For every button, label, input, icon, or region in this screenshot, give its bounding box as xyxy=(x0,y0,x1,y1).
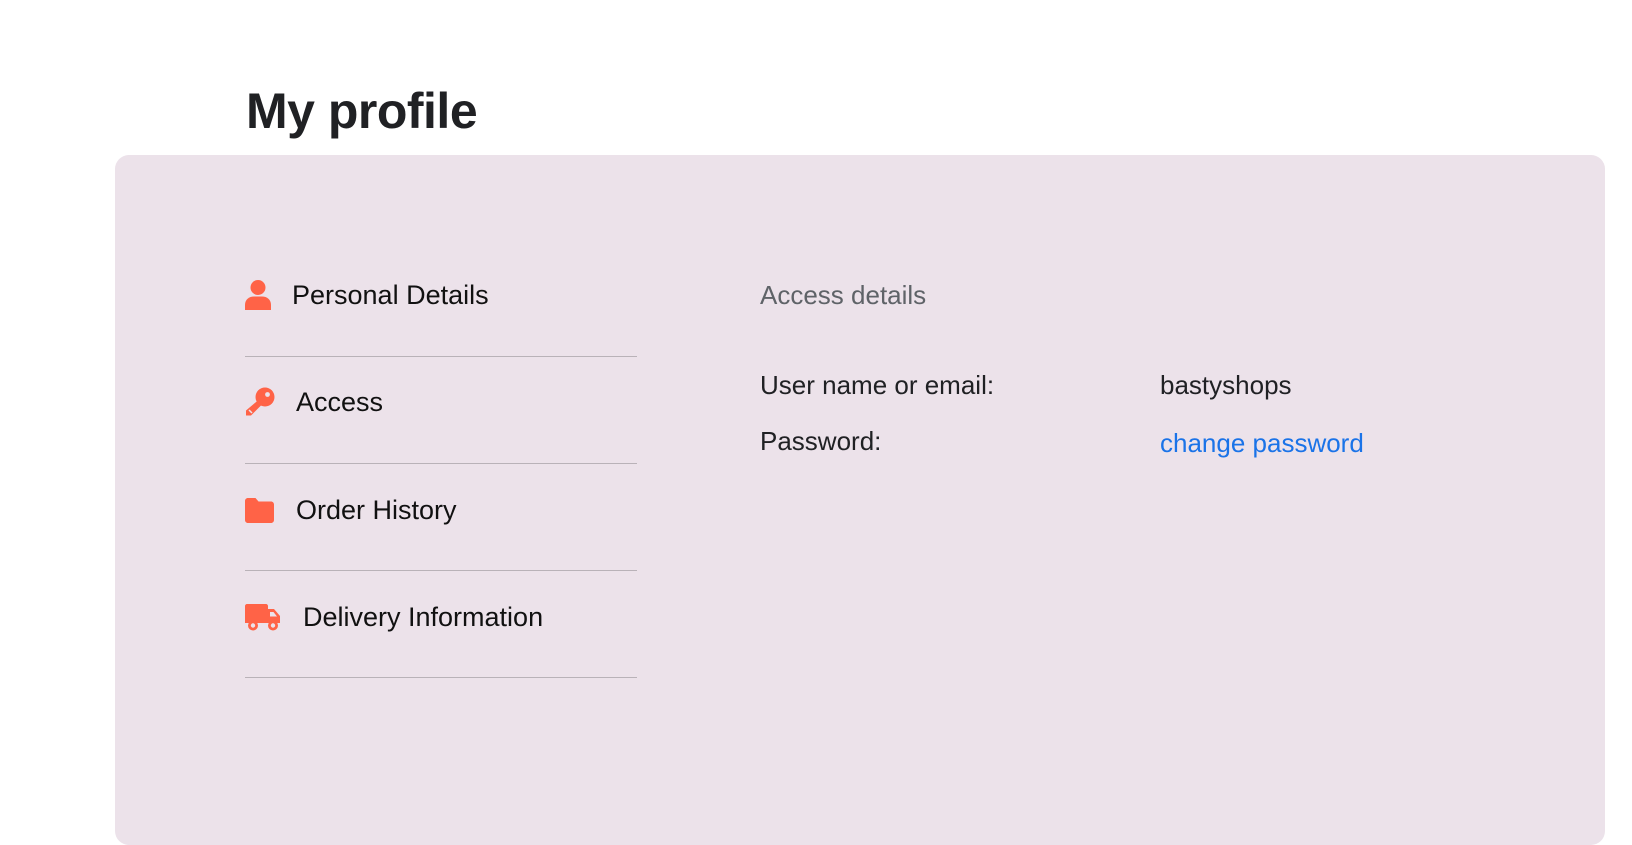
profile-panel: Personal Details Access Order History De… xyxy=(115,155,1605,845)
folder-icon xyxy=(245,498,274,523)
page-title: My profile xyxy=(246,83,478,139)
username-value: bastyshops xyxy=(1160,370,1292,400)
sidebar-item-order-history[interactable]: Order History xyxy=(245,464,637,571)
profile-sidebar: Personal Details Access Order History De… xyxy=(245,250,637,678)
sidebar-item-personal-details[interactable]: Personal Details xyxy=(245,250,637,357)
sidebar-item-label: Personal Details xyxy=(292,280,489,310)
sidebar-item-label: Delivery Information xyxy=(303,602,544,632)
sidebar-item-label: Access xyxy=(296,387,384,417)
sidebar-item-access[interactable]: Access xyxy=(245,357,637,464)
person-icon xyxy=(245,280,271,310)
key-icon xyxy=(245,387,275,417)
truck-icon xyxy=(245,604,281,632)
sidebar-item-label: Order History xyxy=(296,495,457,525)
sidebar-item-delivery-information[interactable]: Delivery Information xyxy=(245,571,637,678)
password-label: Password: xyxy=(760,426,882,456)
section-title: Access details xyxy=(760,280,927,310)
username-label: User name or email: xyxy=(760,370,995,400)
change-password-link[interactable]: change password xyxy=(1160,428,1364,459)
